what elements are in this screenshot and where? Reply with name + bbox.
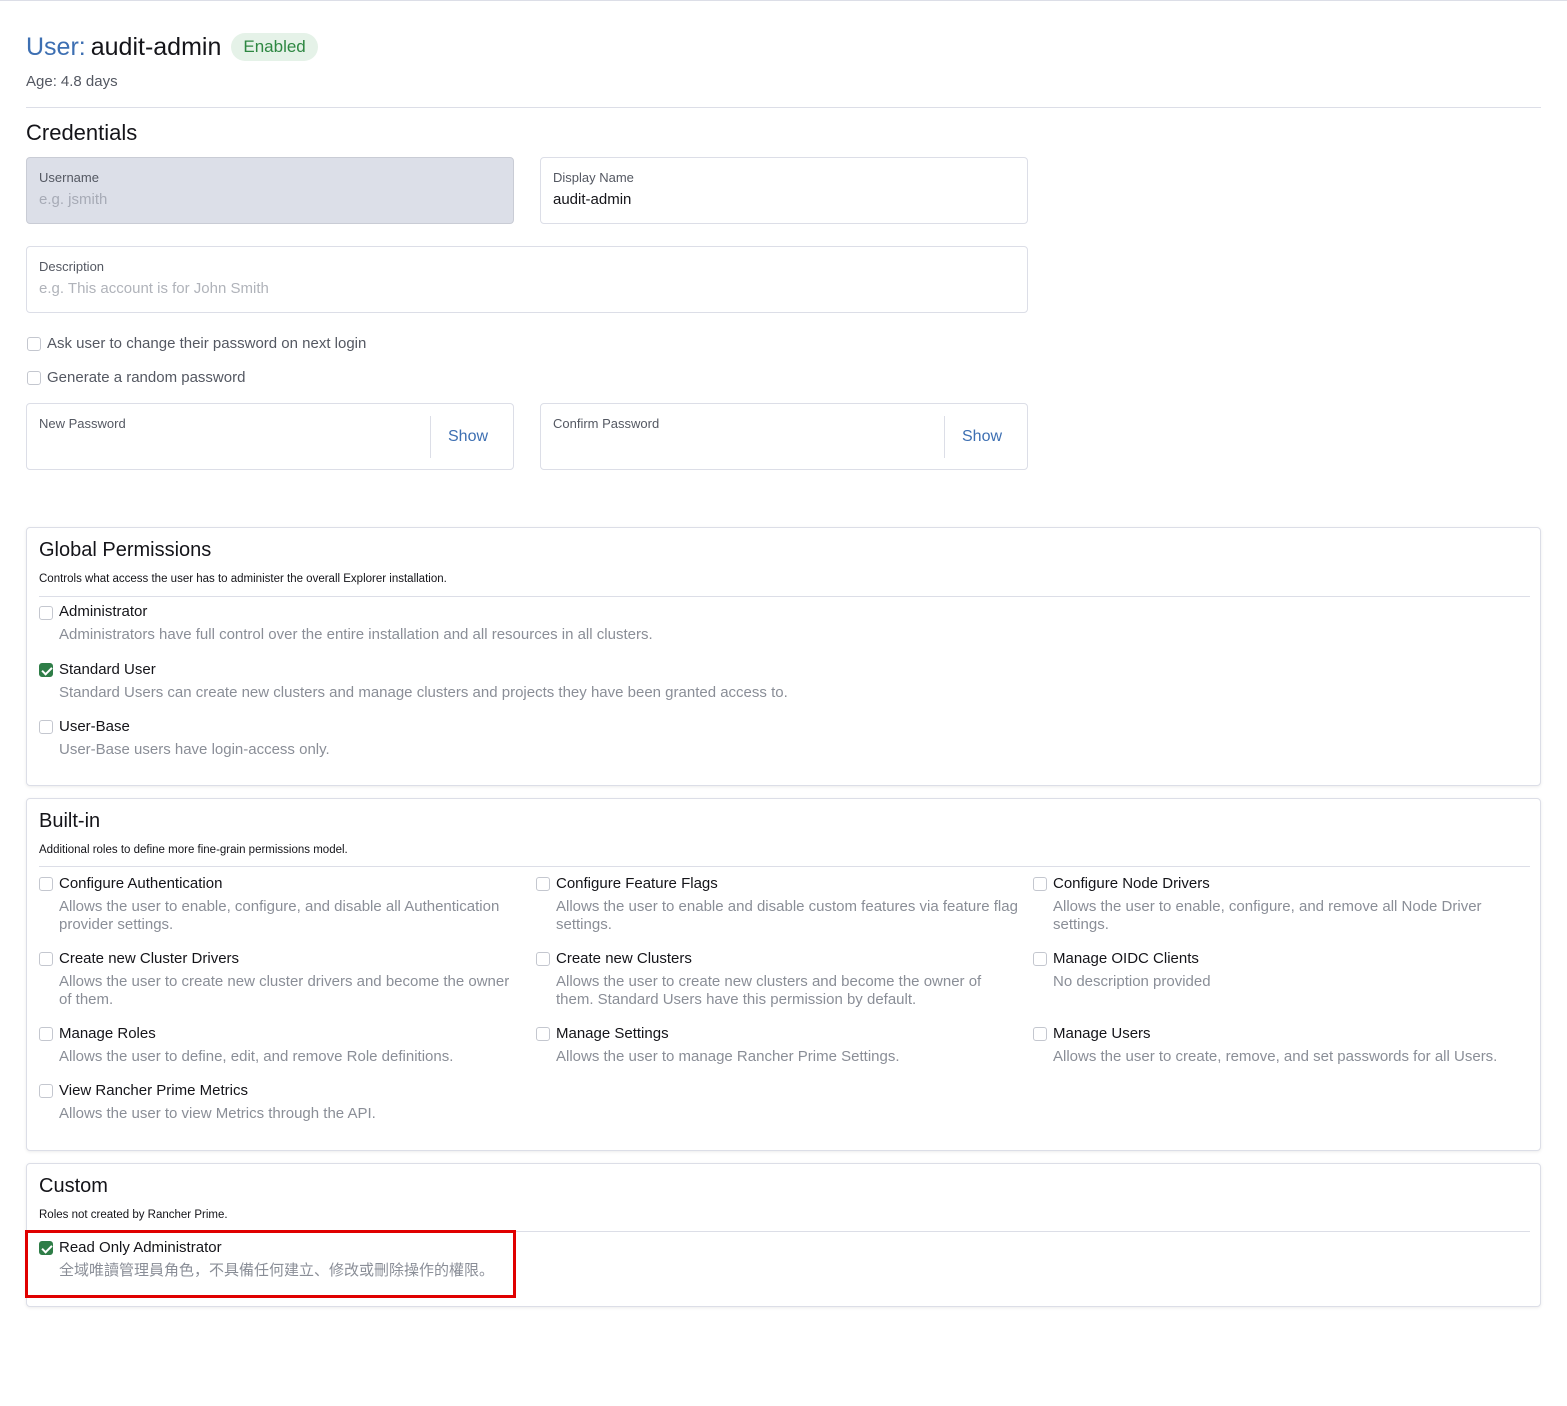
confirm-password-field[interactable]: Confirm Password Show [540, 403, 1028, 470]
new-password-input[interactable] [39, 437, 419, 454]
status-badge: Enabled [231, 33, 318, 61]
description-label: Description [39, 259, 105, 274]
manage-oidc-clients-label[interactable]: Manage OIDC Clients [1053, 950, 1199, 967]
random-password-checkbox[interactable] [27, 371, 41, 385]
standard-user-checkbox[interactable] [39, 663, 53, 677]
manage-settings-checkbox[interactable] [536, 1027, 550, 1041]
manage-settings-description: Allows the user to manage Rancher Prime … [556, 1048, 900, 1065]
user-base-checkbox[interactable] [39, 720, 53, 734]
manage-roles-label[interactable]: Manage Roles [59, 1025, 156, 1042]
configure-authentication-description: Allows the user to enable, configure, an… [59, 898, 500, 933]
builtin-title: Built-in [39, 810, 101, 832]
view-metrics-checkbox[interactable] [39, 1084, 53, 1098]
display-name-label: Display Name [553, 170, 634, 185]
manage-oidc-clients-description: No description provided [1053, 973, 1211, 990]
top-border [0, 0, 1567, 1]
username-input[interactable] [39, 191, 428, 208]
age-value: 4.8 days [60, 73, 118, 90]
user-base-description: User-Base users have login-access only. [59, 741, 330, 758]
title-prefix: User: [26, 32, 86, 61]
display-name-field[interactable]: Display Name [540, 157, 1028, 224]
configure-feature-flags-checkbox[interactable] [536, 877, 550, 891]
confirm-password-label: Confirm Password [553, 416, 660, 431]
confirm-password-show-button[interactable]: Show [962, 428, 1002, 446]
user-base-label[interactable]: User-Base [59, 718, 130, 735]
manage-settings-label[interactable]: Manage Settings [556, 1025, 669, 1042]
read-only-administrator-checkbox[interactable] [39, 1241, 53, 1255]
description-input[interactable] [39, 280, 989, 297]
administrator-label[interactable]: Administrator [59, 603, 147, 620]
create-cluster-drivers-description: Allows the user to create new cluster dr… [59, 973, 510, 1008]
read-only-administrator-label[interactable]: Read Only Administrator [59, 1239, 222, 1256]
configure-authentication-label[interactable]: Configure Authentication [59, 875, 222, 892]
view-metrics-description: Allows the user to view Metrics through … [59, 1105, 376, 1122]
configure-node-drivers-label[interactable]: Configure Node Drivers [1053, 875, 1210, 892]
configure-authentication-checkbox[interactable] [39, 877, 53, 891]
builtin-roles-card: Built-in Additional roles to define more… [26, 798, 1541, 1151]
ask-change-password-checkbox[interactable] [27, 337, 41, 351]
confirm-password-input[interactable] [553, 437, 933, 454]
manage-users-checkbox[interactable] [1033, 1027, 1047, 1041]
custom-subtitle: Roles not created by Rancher Prime. [39, 1209, 228, 1221]
create-cluster-drivers-checkbox[interactable] [39, 952, 53, 966]
header-divider [26, 107, 1541, 108]
configure-node-drivers-checkbox[interactable] [1033, 877, 1047, 891]
custom-title: Custom [39, 1175, 108, 1197]
age-label: Age: [26, 73, 57, 90]
create-clusters-checkbox[interactable] [536, 952, 550, 966]
global-permissions-subtitle: Controls what access the user has to adm… [39, 573, 447, 585]
standard-user-label[interactable]: Standard User [59, 661, 156, 678]
manage-users-description: Allows the user to create, remove, and s… [1053, 1048, 1498, 1065]
title-user-name: audit-admin [90, 32, 222, 61]
new-password-show-button[interactable]: Show [448, 428, 488, 446]
administrator-description: Administrators have full control over th… [59, 626, 653, 643]
username-field[interactable]: Username [26, 157, 514, 224]
configure-feature-flags-description: Allows the user to enable and disable cu… [556, 898, 1018, 933]
view-metrics-label[interactable]: View Rancher Prime Metrics [59, 1082, 248, 1099]
configure-node-drivers-description: Allows the user to enable, configure, an… [1053, 898, 1482, 933]
custom-roles-card: Custom Roles not created by Rancher Prim… [26, 1163, 1541, 1307]
description-field[interactable]: Description [26, 246, 1028, 313]
read-only-administrator-description: 全域唯讀管理員角色，不具備任何建立、修改或刪除操作的權限。 [59, 1262, 495, 1279]
administrator-checkbox[interactable] [39, 606, 53, 620]
manage-roles-checkbox[interactable] [39, 1027, 53, 1041]
page-title: User: audit-admin Enabled [26, 30, 318, 64]
show-separator [430, 416, 431, 458]
manage-roles-description: Allows the user to define, edit, and rem… [59, 1048, 454, 1065]
configure-feature-flags-label[interactable]: Configure Feature Flags [556, 875, 718, 892]
standard-user-description: Standard Users can create new clusters a… [59, 684, 788, 701]
card-divider [39, 1231, 1530, 1232]
new-password-label: New Password [39, 416, 126, 431]
card-divider [39, 866, 1530, 867]
global-permissions-card: Global Permissions Controls what access … [26, 527, 1541, 786]
manage-users-label[interactable]: Manage Users [1053, 1025, 1151, 1042]
new-password-field[interactable]: New Password Show [26, 403, 514, 470]
display-name-input[interactable] [553, 191, 942, 208]
username-label: Username [39, 170, 99, 185]
create-clusters-label[interactable]: Create new Clusters [556, 950, 692, 967]
credentials-title: Credentials [26, 120, 138, 145]
random-password-label[interactable]: Generate a random password [47, 369, 245, 386]
age-info: Age: 4.8 days [26, 73, 118, 90]
show-separator [944, 416, 945, 458]
manage-oidc-clients-checkbox[interactable] [1033, 952, 1047, 966]
create-cluster-drivers-label[interactable]: Create new Cluster Drivers [59, 950, 239, 967]
card-divider [39, 596, 1530, 597]
ask-change-password-label[interactable]: Ask user to change their password on nex… [47, 335, 366, 352]
create-clusters-description: Allows the user to create new clusters a… [556, 973, 982, 1008]
global-permissions-title: Global Permissions [39, 539, 212, 561]
builtin-subtitle: Additional roles to define more fine-gra… [39, 844, 348, 856]
